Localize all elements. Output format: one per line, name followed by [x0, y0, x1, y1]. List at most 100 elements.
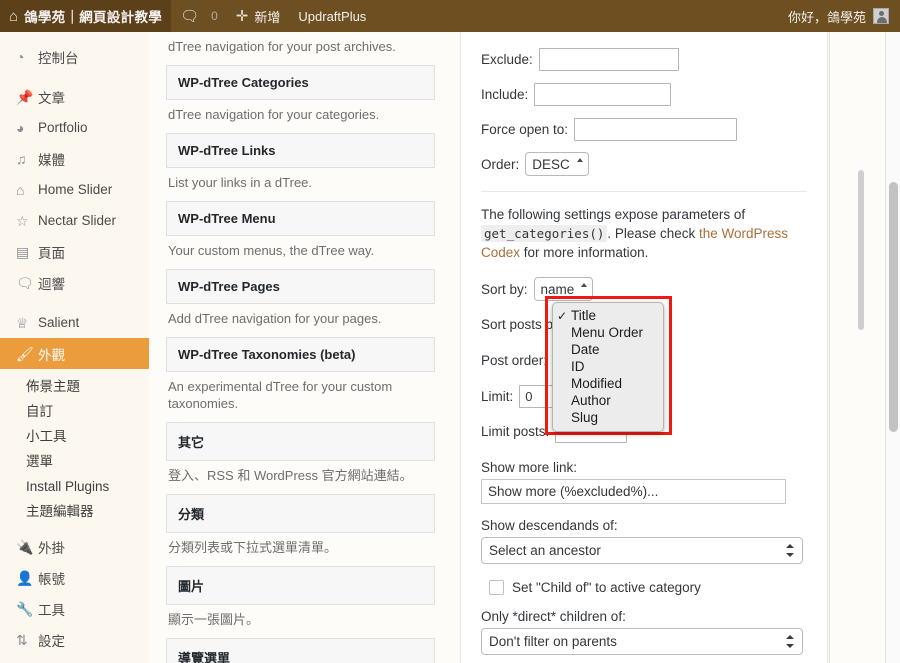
sidebar-item-salient[interactable]: ♕ Salient — [0, 307, 149, 338]
show-descendants-select-wrap: Select an ancestor — [481, 537, 803, 564]
widget-card-categories[interactable]: 分類 — [166, 494, 435, 533]
sidebar-item-portfolio[interactable]: ◕ Portfolio — [0, 112, 149, 143]
child-of-checkbox-label: Set "Child of" to active category — [512, 580, 701, 595]
post-order-label: Post order: — [481, 353, 548, 368]
direct-children-select-wrap: Don't filter on parents — [481, 628, 803, 655]
sidebar-item-plugins[interactable]: 🔌 外掛 — [0, 531, 149, 562]
sidebar-label-pages: 頁面 — [38, 245, 65, 261]
exclude-input[interactable] — [538, 47, 679, 71]
field-row-include: Include: — [481, 81, 807, 107]
limit-posts-label: Limit posts: — [481, 423, 550, 439]
direct-children-label: Only *direct* children of: — [481, 609, 626, 624]
dropdown-option-date[interactable]: Date — [553, 341, 663, 358]
sort-by-select-wrap: name — [533, 277, 594, 301]
plug-icon: 🔌 — [16, 538, 34, 555]
dropdown-option-title[interactable]: ✓ Title — [553, 307, 663, 324]
star-icon: ☆ — [16, 212, 29, 229]
sidebar-item-users[interactable]: 👤 帳號 — [0, 562, 149, 593]
sort-posts-by-dropdown-menu[interactable]: ✓ Title Menu Order Date ID Modified Auth… — [552, 302, 664, 432]
widget-card-other[interactable]: 其它 — [166, 422, 435, 461]
dropdown-option-id[interactable]: ID — [553, 358, 663, 375]
sidebar-label-appearance: 外觀 — [38, 347, 65, 363]
sidebar-item-pages[interactable]: ▤ 頁面 — [0, 236, 149, 267]
widget-description-archives: dTree navigation for your post archives. — [168, 39, 396, 54]
sort-by-label: Sort by: — [481, 281, 528, 297]
submenu-item-customize[interactable]: 自訂 — [0, 399, 149, 424]
note-text-part3: for more information. — [523, 245, 649, 260]
direct-children-select[interactable]: Don't filter on parents — [481, 628, 803, 655]
sidebar-item-comments[interactable]: 🗨 迴響 — [0, 267, 149, 298]
widget-card-wp-dtree-menu[interactable]: WP-dTree Menu — [166, 201, 435, 236]
sidebar-separator-3 — [0, 655, 149, 663]
sidebar-item-home-slider[interactable]: ⌂ Home Slider — [0, 174, 149, 205]
field-row-exclude: Exclude: — [481, 46, 807, 72]
dropdown-option-slug[interactable]: Slug — [553, 409, 663, 426]
get-categories-note: The following settings expose parameters… — [481, 205, 807, 262]
sidebar-label-comments: 迴響 — [38, 276, 65, 292]
house-icon: ⌂ — [16, 181, 25, 198]
widget-card-wp-dtree-links[interactable]: WP-dTree Links — [166, 133, 435, 168]
child-of-checkbox[interactable] — [489, 580, 504, 595]
admin-bar: ⌂ 鴿學苑｜網頁設計教學 🗨 0 ✛ 新增 UpdraftPlus 你好，鴿學苑 — [0, 0, 900, 32]
sidebar-item-nectar-slider[interactable]: ☆ Nectar Slider — [0, 205, 149, 236]
main-content: dTree navigation for your post archives.… — [149, 32, 900, 663]
admin-sidebar: ◔ 控制台 📌 文章 ◕ Portfolio ♫ 媒體 ⌂ Home Slide… — [0, 32, 149, 663]
check-icon: ✓ — [557, 308, 568, 323]
show-descendants-select[interactable]: Select an ancestor — [481, 537, 803, 564]
admin-bar-updraftplus[interactable]: UpdraftPlus — [289, 0, 375, 32]
submenu-item-theme-editor[interactable]: 主題編輯器 — [0, 499, 149, 524]
browser-scrollbar-thumb[interactable] — [889, 182, 898, 432]
widget-card-nav-menu[interactable]: 導覽選單 — [166, 638, 435, 663]
widget-description-categories-zh: 分類列表或下拉式選單清單。 — [168, 540, 338, 555]
portfolio-icon: ◕ — [16, 119, 25, 136]
dashboard-icon: ◔ — [16, 48, 25, 65]
sidebar-item-appearance[interactable]: 🖌 外觀 — [0, 338, 149, 369]
get-categories-code: get_categories() — [481, 225, 608, 242]
submenu-item-menus[interactable]: 選單 — [0, 449, 149, 474]
submenu-item-install-plugins[interactable]: Install Plugins — [0, 474, 149, 499]
force-open-label: Force open to: — [481, 121, 569, 137]
sidebar-item-media[interactable]: ♫ 媒體 — [0, 143, 149, 174]
sidebar-item-settings[interactable]: ⇅ 設定 — [0, 624, 149, 655]
sidebar-item-dashboard[interactable]: ◔ 控制台 — [0, 41, 149, 72]
force-open-input[interactable] — [574, 117, 738, 141]
inner-panel-scrollbar-thumb[interactable] — [858, 170, 864, 330]
sidebar-label-plugins: 外掛 — [38, 540, 65, 556]
show-descendants-label: Show descendands of: — [481, 518, 618, 533]
note-text-part1: The following settings expose parameters… — [481, 207, 746, 222]
browser-scrollbar-track[interactable] — [885, 32, 900, 663]
comment-icon: 🗨 — [16, 274, 34, 291]
page-icon: ▤ — [16, 243, 30, 260]
admin-bar-my-account[interactable]: 你好，鴿學苑 — [779, 0, 898, 32]
submenu-item-widgets[interactable]: 小工具 — [0, 424, 149, 449]
widget-card-image[interactable]: 圖片 — [166, 566, 435, 605]
field-row-sort-by: Sort by: name — [481, 276, 807, 302]
sidebar-item-posts[interactable]: 📌 文章 — [0, 81, 149, 112]
widget-description-taxonomies: An experimental dTree for your custom ta… — [168, 379, 393, 411]
limit-label: Limit: — [481, 388, 514, 404]
submenu-item-themes[interactable]: 佈景主題 — [0, 374, 149, 399]
admin-bar-new-content[interactable]: ✛ 新增 — [227, 0, 290, 32]
sort-by-select[interactable]: name — [533, 277, 594, 301]
widget-card-wp-dtree-taxonomies[interactable]: WP-dTree Taxonomies (beta) — [166, 337, 435, 372]
include-input[interactable] — [534, 82, 672, 106]
dropdown-option-label: Title — [571, 308, 597, 323]
order-label: Order: — [481, 156, 520, 172]
dropdown-option-label: Slug — [571, 410, 599, 425]
sidebar-item-tools[interactable]: 🔧 工具 — [0, 593, 149, 624]
widget-description-links: List your links in a dTree. — [168, 175, 313, 190]
home-icon: ⌂ — [9, 7, 19, 25]
dropdown-option-menu-order[interactable]: Menu Order — [553, 324, 663, 341]
comments-count: 0 — [211, 9, 218, 23]
admin-bar-comments[interactable]: 🗨 0 — [171, 0, 227, 32]
dropdown-option-label: Modified — [571, 376, 623, 391]
show-more-link-input[interactable] — [481, 479, 786, 504]
widget-card-wp-dtree-pages[interactable]: WP-dTree Pages — [166, 269, 435, 304]
dropdown-option-author[interactable]: Author — [553, 392, 663, 409]
greeting-label: 你好，鴿學苑 — [787, 9, 866, 25]
dropdown-option-modified[interactable]: Modified — [553, 375, 663, 392]
sidebar-menu: ◔ 控制台 📌 文章 ◕ Portfolio ♫ 媒體 ⌂ Home Slide… — [0, 32, 149, 663]
order-select[interactable]: DESC — [525, 152, 589, 176]
widget-card-wp-dtree-categories[interactable]: WP-dTree Categories — [166, 65, 435, 100]
admin-bar-site-name[interactable]: ⌂ 鴿學苑｜網頁設計教學 — [0, 0, 172, 32]
